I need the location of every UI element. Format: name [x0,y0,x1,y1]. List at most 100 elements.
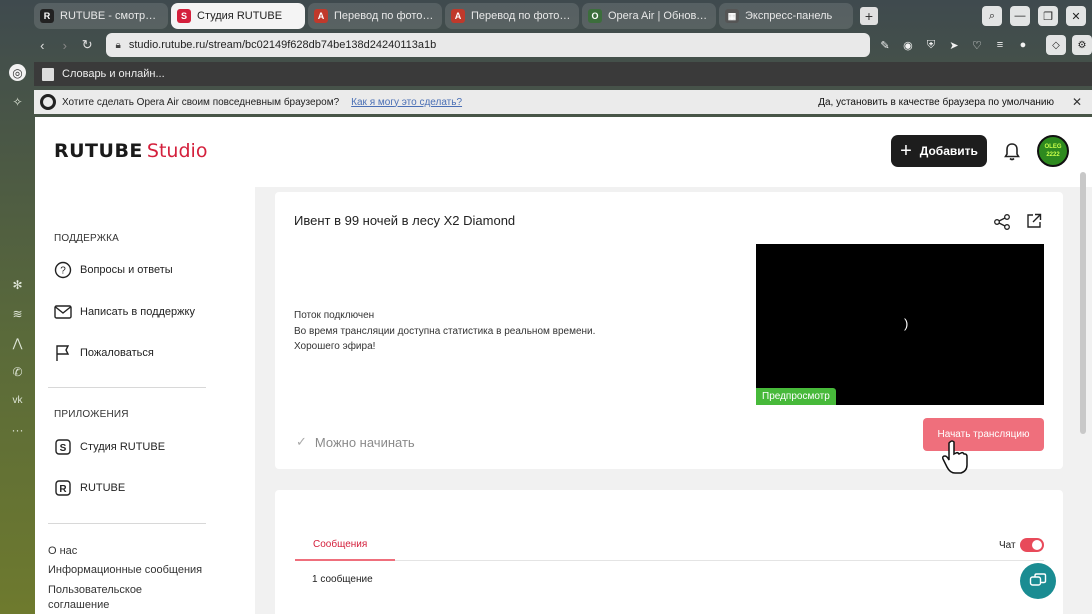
browser-tab[interactable]: A Перевод по фото онла [308,3,442,29]
rutube-app-icon: R [54,479,72,497]
svg-text:R: R [59,484,67,495]
default-browser-infobar: Хотите сделать Opera Air своим повседнев… [34,90,1092,114]
forward-icon[interactable]: › [57,36,74,54]
ready-status: ✓ Можно начинать [296,434,415,450]
bookmark-page-icon [42,67,54,81]
send-icon[interactable]: ➤ [947,38,961,52]
chat-card: Сообщения Чат 1 сообщение [275,490,1063,614]
status-stats-note: Во время трансляции доступна статистика … [294,326,596,337]
avatar[interactable]: OLEG 2222 [1037,135,1069,167]
chat-toggle-label: Чат [999,540,1016,551]
url-text: studio.rutube.ru/stream/bc02149f628db74b… [128,39,437,51]
nav-studio-label: Студия RUTUBE [80,441,166,453]
share-icon[interactable] [993,213,1011,231]
browser-tab-bar: R RUTUBE - смотрите вид S Студия RUTUBE … [0,0,1092,32]
tab-messages[interactable]: Сообщения [313,539,367,550]
translate-favicon-icon: A [314,9,328,23]
support-section-title: ПОДДЕРЖКА [54,233,120,244]
close-window-icon[interactable]: ✕ [1066,6,1086,26]
svg-text:S: S [60,443,67,454]
infobar-howto-link[interactable]: Как я могу это сделать? [351,97,462,108]
user-agreement-link[interactable]: Пользовательское [48,584,142,596]
divider [48,523,206,524]
divider [48,387,206,388]
set-default-button[interactable]: Да, установить в качестве браузера по ум… [818,97,1054,108]
info-messages-link[interactable]: Информационные сообщения [48,564,202,576]
support-chat-fab[interactable] [1020,563,1056,599]
more-icon[interactable]: ··· [9,421,26,438]
profile-icon[interactable]: ● [1016,38,1030,52]
menu-icon[interactable]: ≡ [993,38,1007,52]
studio-header: RUTUBE Studio + Добавить OLEG 2222 [35,117,1092,187]
whatsapp-icon[interactable]: ✆ [9,363,26,380]
minimize-icon[interactable]: — [1010,6,1030,26]
tab-label: Экспресс-панель [745,10,833,22]
browser-tab-active[interactable]: S Студия RUTUBE [171,3,305,29]
nav-faq[interactable]: ? Вопросы и ответы [54,259,173,281]
nav-rutube[interactable]: R RUTUBE [54,477,125,499]
vk-icon[interactable]: vk [9,392,26,409]
url-actions: ✎ ◉ ⛨ ➤ ♡ ≡ ● [878,38,1030,52]
speed-dial-favicon-icon: ▦ [725,9,739,23]
flag-icon [54,344,72,362]
edit-icon[interactable]: ✎ [878,38,892,52]
stream-card: Ивент в 99 ночей в лесу X2 Diamond Поток… [275,192,1063,469]
camera-icon[interactable]: ◉ [901,38,915,52]
left-navigation: ПОДДЕРЖКА ? Вопросы и ответы Написать в … [35,187,255,614]
reload-icon[interactable]: ↻ [79,36,96,54]
search-tabs-icon[interactable]: ⌕ [982,6,1002,26]
layers-icon[interactable]: ≋ [9,305,26,322]
mountain-icon[interactable]: ⋀ [9,334,26,351]
chat-toggle[interactable] [1020,538,1044,552]
preview-badge: Предпросмотр [756,388,836,405]
logo-sub: Studio [146,140,208,162]
nav-studio-rutube[interactable]: S Студия RUTUBE [54,436,165,458]
restore-icon[interactable]: ❐ [1038,6,1058,26]
chat-bubbles-icon [1029,573,1047,586]
browser-sidebar: ◎ ✧ ✻ ≋ ⋀ ✆ vk ··· [0,56,34,614]
status-greeting: Хорошего эфира! [294,341,376,352]
nav-contact-support[interactable]: Написать в поддержку [54,301,195,323]
message-count: 1 сообщение [312,574,373,585]
mail-icon [54,303,72,321]
infobar-question: Хотите сделать Opera Air своим повседнев… [62,96,340,108]
nav-contact-label: Написать в поддержку [80,306,195,318]
ready-text: Можно начинать [314,434,415,450]
lock-icon: 🔒︎ [115,39,121,51]
about-link[interactable]: О нас [48,545,77,557]
nav-report[interactable]: Пожаловаться [54,342,154,364]
add-button[interactable]: + Добавить [891,135,987,167]
status-connected: Поток подключен [294,310,375,321]
rutube-studio-logo[interactable]: RUTUBE Studio [54,140,207,162]
address-bar[interactable]: 🔒︎ studio.rutube.ru/stream/bc02149f628db… [105,33,870,57]
stream-preview[interactable]: ) Предпросмотр [756,244,1044,405]
tab-label: Opera Air | Обновлени [608,10,710,22]
user-agreement-link-cont[interactable]: соглашение [48,599,109,611]
nav-rutube-label: RUTUBE [80,482,126,494]
nav-faq-label: Вопросы и ответы [80,264,173,276]
back-icon[interactable]: ‹ [34,36,51,54]
new-tab-button[interactable]: + [860,7,878,25]
browser-tab[interactable]: A Перевод по фото онла [445,3,579,29]
browser-tab[interactable]: ▦ Экспресс-панель [719,3,853,29]
shield-icon[interactable]: ⛨ [924,38,938,52]
studio-app-icon: S [54,438,72,456]
cube-icon[interactable]: ◇ [1045,35,1066,55]
compass-icon[interactable]: ✧ [9,93,26,110]
aria-icon[interactable]: ◎ [9,64,26,81]
active-tab-indicator [295,559,395,561]
flower-icon[interactable]: ✻ [9,276,26,293]
close-icon[interactable]: ✕ [1072,95,1082,109]
nav-report-label: Пожаловаться [80,347,154,359]
bookmarks-bar: Словарь и онлайн... [34,62,1092,86]
tab-label: RUTUBE - смотрите вид [60,10,162,22]
open-external-icon[interactable] [1026,213,1042,229]
page-scrollbar[interactable] [1080,172,1086,434]
browser-tab[interactable]: R RUTUBE - смотрите вид [34,3,168,29]
browser-tab[interactable]: O Opera Air | Обновлени [582,3,716,29]
easy-setup-icon[interactable]: ⚙ [1071,35,1092,55]
plus-icon: + [900,140,912,162]
bookmark-item[interactable]: Словарь и онлайн... [62,68,165,80]
heart-icon[interactable]: ♡ [970,38,984,52]
bell-icon[interactable] [1002,142,1022,162]
